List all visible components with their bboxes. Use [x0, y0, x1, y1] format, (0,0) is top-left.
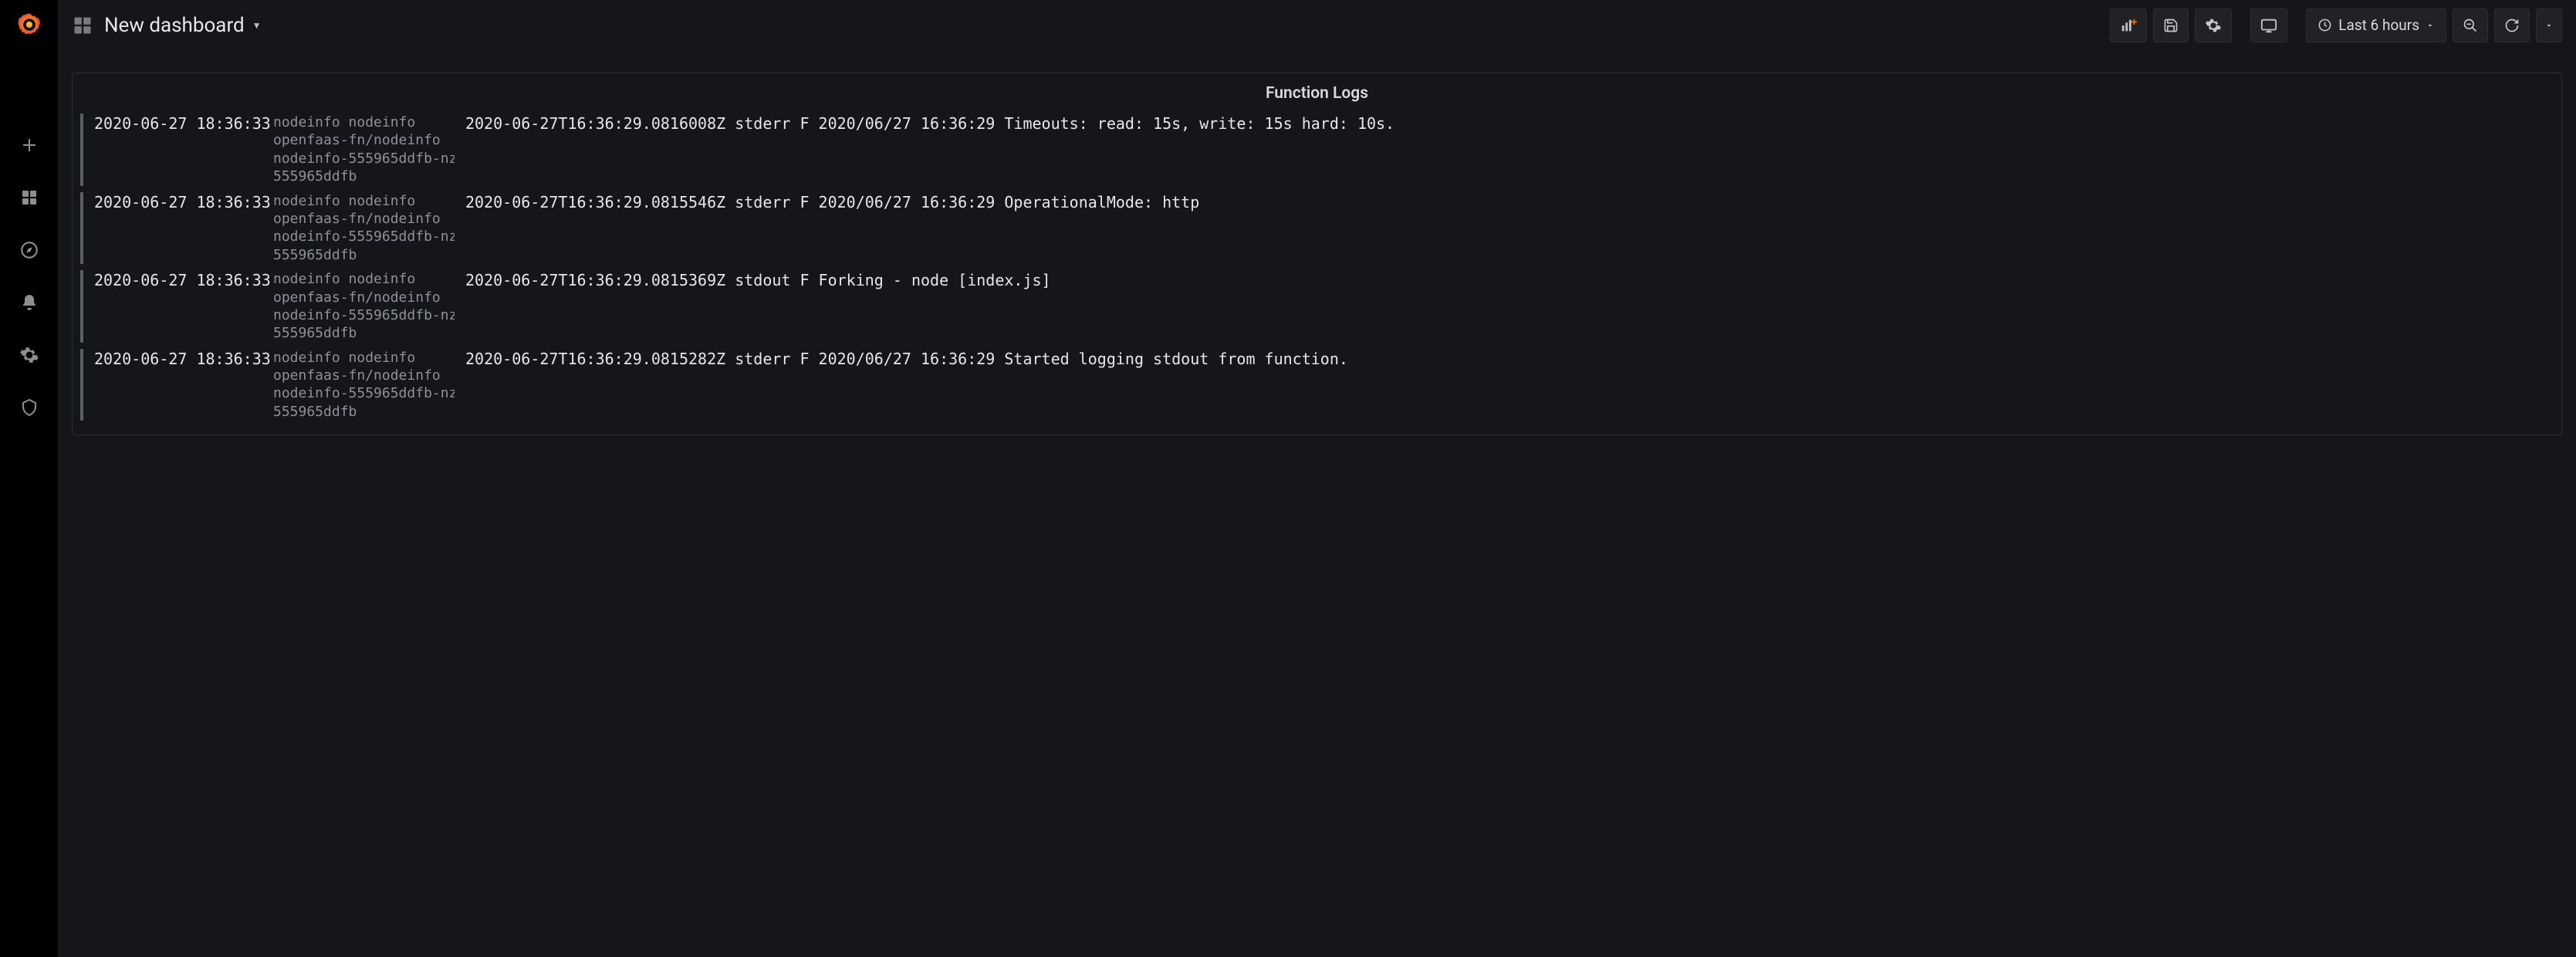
- chevron-down-icon: ▼: [252, 20, 262, 31]
- log-message: 2020-06-27T16:36:29.0816008Z stderr F 20…: [465, 113, 2554, 134]
- chevron-down-icon: [2544, 21, 2554, 30]
- chevron-down-icon: [2426, 21, 2435, 30]
- sidebar: [0, 0, 58, 957]
- log-row[interactable]: 2020-06-27 18:36:33 nodeinfo nodeinfoopen…: [80, 346, 2554, 424]
- log-timestamp: 2020-06-27 18:36:33: [94, 192, 262, 213]
- log-label-line: 555965ddfb: [273, 167, 455, 185]
- log-label-line: nodeinfo nodeinfo: [273, 270, 455, 288]
- log-label-line: nodeinfo-555965ddfb-nz7px: [273, 384, 455, 402]
- log-level-bar: [80, 113, 83, 186]
- log-labels: nodeinfo nodeinfoopenfaas-fn/nodeinfonod…: [273, 270, 455, 343]
- log-level-bar: [80, 192, 83, 265]
- dashboard-title: New dashboard: [104, 14, 245, 37]
- main: New dashboard ▼: [58, 0, 2576, 957]
- settings-button[interactable]: [2195, 8, 2232, 42]
- log-row[interactable]: 2020-06-27 18:36:33 nodeinfo nodeinfoopen…: [80, 267, 2554, 346]
- grafana-logo[interactable]: [14, 9, 45, 40]
- dashboard-title-dropdown[interactable]: New dashboard ▼: [104, 14, 262, 37]
- log-label-line: openfaas-fn/nodeinfo: [273, 289, 455, 306]
- refresh-button[interactable]: [2494, 8, 2530, 42]
- log-label-line: nodeinfo-555965ddfb-nz7px: [273, 150, 455, 167]
- alerting-icon[interactable]: [14, 287, 45, 318]
- log-label-line: 555965ddfb: [273, 246, 455, 264]
- log-labels: nodeinfo nodeinfoopenfaas-fn/nodeinfonod…: [273, 349, 455, 421]
- log-label-line: openfaas-fn/nodeinfo: [273, 131, 455, 149]
- log-row[interactable]: 2020-06-27 18:36:33 nodeinfo nodeinfoopen…: [80, 189, 2554, 268]
- refresh-interval-dropdown[interactable]: [2536, 8, 2562, 42]
- log-label-line: openfaas-fn/nodeinfo: [273, 210, 455, 228]
- log-level-bar: [80, 270, 83, 343]
- log-label-line: nodeinfo-555965ddfb-nz7px: [273, 228, 455, 245]
- log-label-line: nodeinfo nodeinfo: [273, 113, 455, 131]
- log-row[interactable]: 2020-06-27 18:36:33 nodeinfo nodeinfoopen…: [80, 110, 2554, 189]
- zoom-out-button[interactable]: [2453, 8, 2488, 42]
- log-label-line: 555965ddfb: [273, 324, 455, 342]
- dashboards-icon[interactable]: [14, 182, 45, 213]
- logs-container: 2020-06-27 18:36:33nodeinfo nodeinfoopen…: [73, 110, 2561, 435]
- content: Function Logs 2020-06-27 18:36:33 nodeinf…: [58, 51, 2576, 957]
- log-timestamp: 2020-06-27 18:36:33: [94, 270, 262, 291]
- topbar: New dashboard ▼: [58, 0, 2576, 51]
- log-timestamp: 2020-06-27 18:36:33: [94, 349, 262, 370]
- log-labels: nodeinfo nodeinfoopenfaas-fn/nodeinfonod…: [273, 113, 455, 186]
- log-message: 2020-06-27T16:36:29.0815369Z stdout F Fo…: [465, 270, 2554, 291]
- add-icon[interactable]: [14, 130, 45, 161]
- log-message: 2020-06-27T16:36:29.0815546Z stderr F 20…: [465, 192, 2554, 213]
- log-label-line: openfaas-fn/nodeinfo: [273, 367, 455, 384]
- app-root: New dashboard ▼: [0, 0, 2576, 957]
- add-panel-button[interactable]: [2110, 8, 2147, 42]
- server-admin-icon[interactable]: [14, 392, 45, 423]
- dashboard-grid-icon: [72, 15, 93, 36]
- time-range-label: Last 6 hours: [2338, 16, 2419, 34]
- log-label-line: 555965ddfb: [273, 403, 455, 421]
- explore-icon[interactable]: [14, 235, 45, 265]
- log-timestamp: 2020-06-27 18:36:33: [94, 113, 262, 134]
- log-level-bar: [80, 349, 83, 421]
- save-button[interactable]: [2153, 8, 2189, 42]
- log-label-line: nodeinfo nodeinfo: [273, 349, 455, 367]
- time-range-picker[interactable]: Last 6 hours: [2306, 8, 2446, 42]
- log-label-line: nodeinfo-555965ddfb-nz7px: [273, 306, 455, 324]
- configuration-icon[interactable]: [14, 340, 45, 370]
- log-label-line: nodeinfo nodeinfo: [273, 192, 455, 210]
- cycle-view-button[interactable]: [2250, 8, 2287, 42]
- panel-title: Function Logs: [73, 73, 2561, 110]
- log-labels: nodeinfo nodeinfoopenfaas-fn/nodeinfonod…: [273, 192, 455, 265]
- logs-panel[interactable]: Function Logs 2020-06-27 18:36:33 nodeinf…: [72, 73, 2562, 435]
- log-message: 2020-06-27T16:36:29.0815282Z stderr F 20…: [465, 349, 2554, 370]
